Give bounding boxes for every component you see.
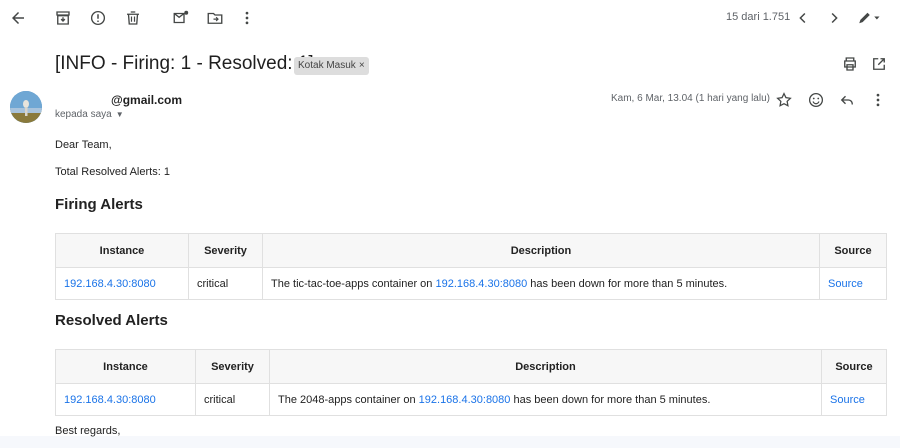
avatar[interactable] [10,91,42,123]
description-cell: The 2048-apps container on 192.168.4.30:… [269,383,822,416]
move-to-icon[interactable] [203,6,227,30]
open-new-window-icon[interactable] [867,52,891,76]
bottom-strip [0,436,900,448]
col-description: Description [262,233,820,268]
col-source: Source [821,349,887,384]
desc-text: has been down for more than 5 minutes. [510,393,711,406]
toolbar: 15 dari 1.751 [0,0,900,36]
table-header-row: Instance Severity Description Source [55,233,887,268]
recipient-toggle[interactable]: kepada saya ▼ [55,109,124,120]
source-link[interactable]: Source [830,394,865,406]
table-header-row: Instance Severity Description Source [55,349,887,384]
closing: Best regards, [55,425,121,437]
col-description: Description [269,349,822,384]
desc-text: has been down for more than 5 minutes. [527,277,728,290]
col-severity: Severity [188,233,263,268]
print-icon[interactable] [838,52,862,76]
total-resolved: Total Resolved Alerts: 1 [55,166,170,178]
archive-icon[interactable] [51,6,75,30]
col-severity: Severity [195,349,270,384]
pencil-icon[interactable] [852,6,886,30]
col-instance: Instance [55,349,196,384]
label-remove-icon[interactable]: × [359,60,365,71]
firing-heading: Firing Alerts [55,196,143,213]
email-date: Kam, 6 Mar, 13.04 (1 hari yang lalu) [611,93,770,104]
email-subject: [INFO - Firing: 1 - Resolved: 1] [55,53,314,74]
chevron-right-icon[interactable] [822,6,846,30]
col-instance: Instance [55,233,189,268]
table-row: 192.168.4.30:8080 critical The 2048-apps… [55,383,887,416]
chevron-left-icon[interactable] [791,6,815,30]
col-source: Source [819,233,887,268]
more-vert-icon[interactable] [235,6,259,30]
greeting: Dear Team, [55,139,112,151]
caret-down-icon: ▼ [115,110,124,119]
resolved-table: Instance Severity Description Source 192… [55,349,887,416]
desc-ip-link[interactable]: 192.168.4.30:8080 [419,394,511,406]
label-text: Kotak Masuk [298,60,356,71]
pager-text: 15 dari 1.751 [726,11,791,23]
back-arrow-icon[interactable] [6,6,30,30]
desc-ip-link[interactable]: 192.168.4.30:8080 [435,278,527,290]
emoji-icon[interactable] [804,88,828,112]
mark-unread-icon[interactable] [169,6,193,30]
sender-email: @gmail.com [111,93,183,107]
table-row: 192.168.4.30:8080 critical The tic-tac-t… [55,267,887,300]
desc-text: The 2048-apps container on [278,393,419,406]
resolved-heading: Resolved Alerts [55,312,168,329]
instance-link[interactable]: 192.168.4.30:8080 [64,394,156,406]
severity-cell: critical [188,267,263,300]
inbox-label-chip: Kotak Masuk × [294,57,369,75]
description-cell: The tic-tac-toe-apps container on 192.16… [262,267,820,300]
firing-table: Instance Severity Description Source 192… [55,233,887,300]
desc-text: The tic-tac-toe-apps container on [271,277,436,290]
recipient-text: kepada saya [55,109,112,120]
trash-icon[interactable] [121,6,145,30]
instance-link[interactable]: 192.168.4.30:8080 [64,278,156,290]
star-icon[interactable] [772,88,796,112]
source-link[interactable]: Source [828,278,863,290]
reply-icon[interactable] [835,88,859,112]
report-spam-icon[interactable] [86,6,110,30]
more-vert-icon[interactable] [866,88,890,112]
severity-cell: critical [195,383,270,416]
